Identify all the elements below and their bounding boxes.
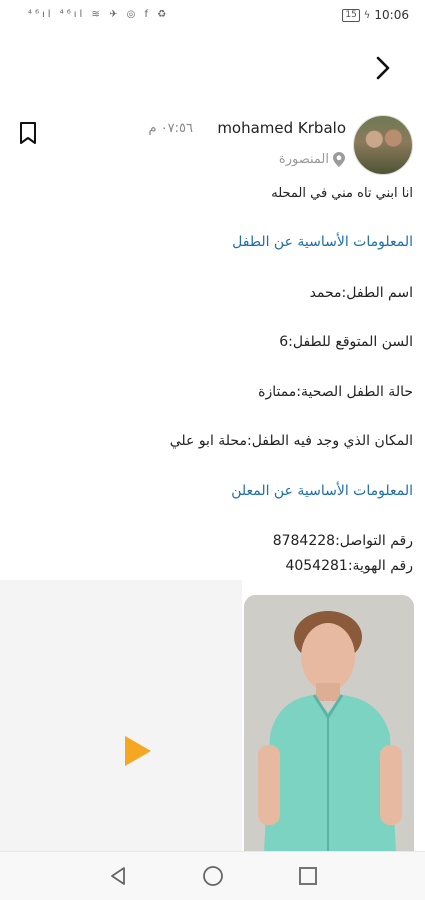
post-description: انا ابني تاه مني في المحله xyxy=(271,186,413,201)
play-icon[interactable] xyxy=(123,734,153,768)
post-header: mohamed Krbalo ٠٧:٥٦ م المنصورة xyxy=(0,112,425,182)
post-time: ٠٧:٥٦ م xyxy=(148,121,194,136)
child-photo[interactable] xyxy=(244,595,414,852)
location-pin-icon xyxy=(333,152,345,167)
bookmark-icon[interactable] xyxy=(18,121,38,145)
post-username[interactable]: mohamed Krbalo xyxy=(217,119,346,137)
child-age: السن المتوقع للطفل:6 xyxy=(279,334,413,350)
back-arrow-icon[interactable] xyxy=(369,52,397,84)
location-label: المنصورة xyxy=(278,152,329,167)
video-player[interactable] xyxy=(0,580,242,852)
child-health: حالة الطفل الصحية:ممتازة xyxy=(258,384,413,400)
avatar[interactable] xyxy=(353,115,413,175)
nav-back-icon[interactable] xyxy=(106,864,130,888)
system-nav-bar xyxy=(0,851,425,900)
child-info-title: المعلومات الأساسية عن الطفل xyxy=(232,234,413,250)
advertiser-id: رقم الهوية:4054281 xyxy=(285,558,413,574)
advertiser-info-title: المعلومات الأساسية عن المعلن xyxy=(231,483,413,499)
status-icons: ⁴⁶ıl ⁴⁶ıl ≋ ✈ ◎ f ♻ xyxy=(28,9,170,20)
charging-icon: ϟ xyxy=(363,9,371,21)
status-time: 10:06 xyxy=(374,8,409,22)
media-area xyxy=(0,580,425,852)
status-right: 15 ϟ 10:06 xyxy=(342,8,409,22)
nav-recents-icon[interactable] xyxy=(296,864,320,888)
nav-home-icon[interactable] xyxy=(201,864,225,888)
child-photo-image xyxy=(244,595,414,852)
child-name: اسم الطفل:محمد xyxy=(309,285,413,301)
post-location: المنصورة xyxy=(279,152,345,167)
battery-icon: 15 xyxy=(342,8,360,22)
status-bar: ⁴⁶ıl ⁴⁶ıl ≋ ✈ ◎ f ♻ 15 ϟ 10:06 xyxy=(0,0,425,32)
child-found-place: المكان الذي وجد فيه الطفل:محلة ابو علي xyxy=(169,433,413,449)
advertiser-phone: رقم التواصل:8784228 xyxy=(272,533,413,549)
